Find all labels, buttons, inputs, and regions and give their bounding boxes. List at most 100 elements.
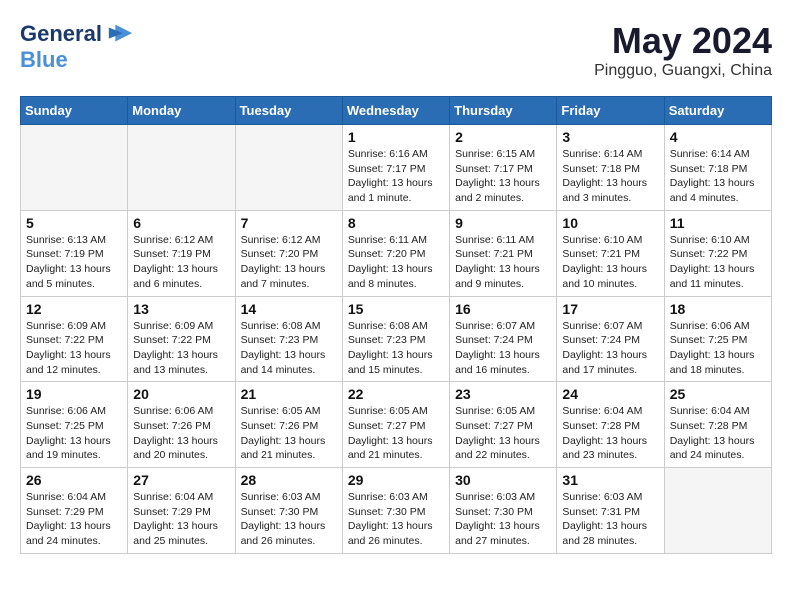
day-number: 23 <box>455 386 551 402</box>
calendar-week-row: 1 Sunrise: 6:16 AM Sunset: 7:17 PM Daylig… <box>21 125 772 211</box>
calendar-cell: 5 Sunrise: 6:13 AM Sunset: 7:19 PM Daylig… <box>21 210 128 296</box>
calendar-cell: 31 Sunrise: 6:03 AM Sunset: 7:31 PM Dayli… <box>557 468 664 554</box>
day-number: 30 <box>455 472 551 488</box>
day-number: 10 <box>562 215 658 231</box>
day-info: Sunrise: 6:04 AM Sunset: 7:29 PM Dayligh… <box>133 490 229 549</box>
day-number: 24 <box>562 386 658 402</box>
day-number: 8 <box>348 215 444 231</box>
calendar-cell: 18Sunrise: 6:06 AM Sunset: 7:25 PM Dayli… <box>664 296 771 382</box>
day-info: Sunrise: 6:10 AM Sunset: 7:21 PM Dayligh… <box>562 233 658 292</box>
calendar-cell: 10 Sunrise: 6:10 AM Sunset: 7:21 PM Dayli… <box>557 210 664 296</box>
calendar-cell: 15 Sunrise: 6:08 AM Sunset: 7:23 PM Dayli… <box>342 296 449 382</box>
day-info: Sunrise: 6:04 AM Sunset: 7:28 PM Dayligh… <box>562 404 658 463</box>
calendar-cell: 27 Sunrise: 6:04 AM Sunset: 7:29 PM Dayli… <box>128 468 235 554</box>
day-number: 1 <box>348 129 444 145</box>
day-number: 6 <box>133 215 229 231</box>
day-info: Sunrise: 6:11 AM Sunset: 7:21 PM Dayligh… <box>455 233 551 292</box>
day-number: 22 <box>348 386 444 402</box>
calendar-cell: 25 Sunrise: 6:04 AM Sunset: 7:28 PM Dayli… <box>664 382 771 468</box>
calendar-table: SundayMondayTuesdayWednesdayThursdayFrid… <box>20 96 772 554</box>
day-info: Sunrise: 6:10 AM Sunset: 7:22 PM Dayligh… <box>670 233 766 292</box>
day-number: 17 <box>562 301 658 317</box>
day-info: Sunrise: 6:05 AM Sunset: 7:27 PM Dayligh… <box>455 404 551 463</box>
day-number: 29 <box>348 472 444 488</box>
day-info: Sunrise: 6:07 AM Sunset: 7:24 PM Dayligh… <box>562 319 658 378</box>
day-info: Sunrise: 6:03 AM Sunset: 7:30 PM Dayligh… <box>348 490 444 549</box>
day-info: Sunrise: 6:13 AM Sunset: 7:19 PM Dayligh… <box>26 233 122 292</box>
calendar-week-row: 26Sunrise: 6:04 AM Sunset: 7:29 PM Dayli… <box>21 468 772 554</box>
calendar-cell: 3Sunrise: 6:14 AM Sunset: 7:18 PM Daylig… <box>557 125 664 211</box>
calendar-cell: 28 Sunrise: 6:03 AM Sunset: 7:30 PM Dayli… <box>235 468 342 554</box>
page-header: General Blue May 2024 Pingguo, Guangxi, … <box>20 20 772 80</box>
day-number: 28 <box>241 472 337 488</box>
calendar-cell: 29 Sunrise: 6:03 AM Sunset: 7:30 PM Dayli… <box>342 468 449 554</box>
day-number: 25 <box>670 386 766 402</box>
weekday-header: Tuesday <box>235 97 342 125</box>
day-info: Sunrise: 6:15 AM Sunset: 7:17 PM Dayligh… <box>455 147 551 206</box>
day-info: Sunrise: 6:05 AM Sunset: 7:27 PM Dayligh… <box>348 404 444 463</box>
day-number: 20 <box>133 386 229 402</box>
calendar-cell: 2 Sunrise: 6:15 AM Sunset: 7:17 PM Daylig… <box>450 125 557 211</box>
calendar-cell: 1 Sunrise: 6:16 AM Sunset: 7:17 PM Daylig… <box>342 125 449 211</box>
day-number: 18 <box>670 301 766 317</box>
calendar-week-row: 12Sunrise: 6:09 AM Sunset: 7:22 PM Dayli… <box>21 296 772 382</box>
day-number: 27 <box>133 472 229 488</box>
day-number: 11 <box>670 215 766 231</box>
day-info: Sunrise: 6:06 AM Sunset: 7:25 PM Dayligh… <box>26 404 122 463</box>
weekday-header: Wednesday <box>342 97 449 125</box>
day-number: 4 <box>670 129 766 145</box>
day-info: Sunrise: 6:12 AM Sunset: 7:19 PM Dayligh… <box>133 233 229 292</box>
weekday-header-row: SundayMondayTuesdayWednesdayThursdayFrid… <box>21 97 772 125</box>
day-info: Sunrise: 6:05 AM Sunset: 7:26 PM Dayligh… <box>241 404 337 463</box>
calendar-cell: 19 Sunrise: 6:06 AM Sunset: 7:25 PM Dayli… <box>21 382 128 468</box>
day-number: 14 <box>241 301 337 317</box>
day-number: 21 <box>241 386 337 402</box>
title-block: May 2024 Pingguo, Guangxi, China <box>594 20 772 80</box>
calendar-cell: 24 Sunrise: 6:04 AM Sunset: 7:28 PM Dayli… <box>557 382 664 468</box>
day-info: Sunrise: 6:06 AM Sunset: 7:26 PM Dayligh… <box>133 404 229 463</box>
main-title: May 2024 <box>594 20 772 62</box>
day-number: 19 <box>26 386 122 402</box>
logo-text2: Blue <box>20 47 68 72</box>
logo-icon <box>106 20 134 48</box>
calendar-cell <box>664 468 771 554</box>
day-number: 15 <box>348 301 444 317</box>
calendar-cell: 14 Sunrise: 6:08 AM Sunset: 7:23 PM Dayli… <box>235 296 342 382</box>
day-info: Sunrise: 6:09 AM Sunset: 7:22 PM Dayligh… <box>26 319 122 378</box>
weekday-header: Sunday <box>21 97 128 125</box>
calendar-cell: 9Sunrise: 6:11 AM Sunset: 7:21 PM Daylig… <box>450 210 557 296</box>
day-info: Sunrise: 6:03 AM Sunset: 7:30 PM Dayligh… <box>241 490 337 549</box>
calendar-cell: 12Sunrise: 6:09 AM Sunset: 7:22 PM Dayli… <box>21 296 128 382</box>
day-number: 7 <box>241 215 337 231</box>
day-info: Sunrise: 6:07 AM Sunset: 7:24 PM Dayligh… <box>455 319 551 378</box>
calendar-cell <box>128 125 235 211</box>
weekday-header: Thursday <box>450 97 557 125</box>
day-info: Sunrise: 6:14 AM Sunset: 7:18 PM Dayligh… <box>562 147 658 206</box>
day-info: Sunrise: 6:04 AM Sunset: 7:28 PM Dayligh… <box>670 404 766 463</box>
calendar-cell: 17 Sunrise: 6:07 AM Sunset: 7:24 PM Dayli… <box>557 296 664 382</box>
day-info: Sunrise: 6:09 AM Sunset: 7:22 PM Dayligh… <box>133 319 229 378</box>
calendar-cell: 8Sunrise: 6:11 AM Sunset: 7:20 PM Daylig… <box>342 210 449 296</box>
calendar-cell: 26Sunrise: 6:04 AM Sunset: 7:29 PM Dayli… <box>21 468 128 554</box>
day-number: 16 <box>455 301 551 317</box>
day-info: Sunrise: 6:08 AM Sunset: 7:23 PM Dayligh… <box>348 319 444 378</box>
calendar-cell <box>235 125 342 211</box>
calendar-week-row: 19 Sunrise: 6:06 AM Sunset: 7:25 PM Dayli… <box>21 382 772 468</box>
calendar-cell: 16 Sunrise: 6:07 AM Sunset: 7:24 PM Dayli… <box>450 296 557 382</box>
weekday-header: Friday <box>557 97 664 125</box>
subtitle: Pingguo, Guangxi, China <box>594 62 772 80</box>
calendar-cell: 13 Sunrise: 6:09 AM Sunset: 7:22 PM Dayli… <box>128 296 235 382</box>
calendar-cell <box>21 125 128 211</box>
day-info: Sunrise: 6:03 AM Sunset: 7:31 PM Dayligh… <box>562 490 658 549</box>
day-number: 13 <box>133 301 229 317</box>
day-number: 2 <box>455 129 551 145</box>
day-info: Sunrise: 6:04 AM Sunset: 7:29 PM Dayligh… <box>26 490 122 549</box>
day-number: 31 <box>562 472 658 488</box>
calendar-cell: 22 Sunrise: 6:05 AM Sunset: 7:27 PM Dayli… <box>342 382 449 468</box>
day-info: Sunrise: 6:08 AM Sunset: 7:23 PM Dayligh… <box>241 319 337 378</box>
day-info: Sunrise: 6:16 AM Sunset: 7:17 PM Dayligh… <box>348 147 444 206</box>
day-number: 5 <box>26 215 122 231</box>
calendar-cell: 4Sunrise: 6:14 AM Sunset: 7:18 PM Daylig… <box>664 125 771 211</box>
weekday-header: Saturday <box>664 97 771 125</box>
calendar-cell: 11 Sunrise: 6:10 AM Sunset: 7:22 PM Dayli… <box>664 210 771 296</box>
